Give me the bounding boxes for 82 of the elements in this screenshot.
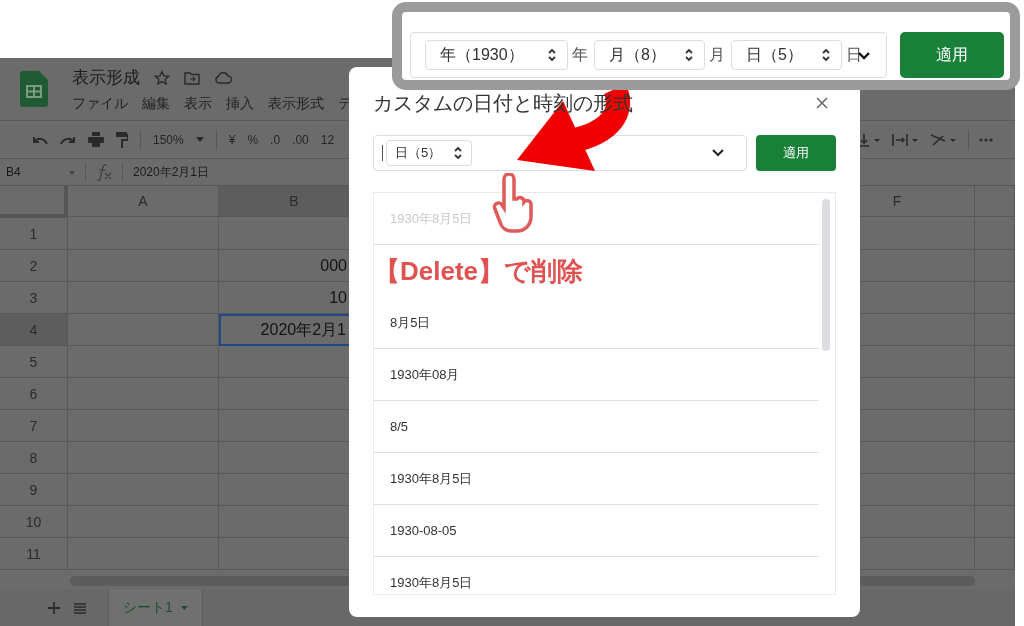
apply-button[interactable]: 適用 [900,32,1004,78]
table-cell[interactable] [975,538,1015,570]
format-token[interactable]: 年（1930） [425,40,568,70]
caret-icon[interactable] [69,171,75,175]
print-icon[interactable] [88,132,104,147]
cell-reference[interactable]: B4 [6,165,21,179]
format-button[interactable]: 12 [320,132,335,147]
apply-button[interactable]: 適用 [756,135,836,171]
format-input-field[interactable]: 年（1930） 年 月（8） 月 日（5） 日 [410,32,888,78]
row-header[interactable]: 9 [0,474,68,506]
column-header[interactable] [975,186,1015,217]
format-token[interactable]: 月（8） [594,40,705,70]
format-option[interactable]: 1930年08月 [390,365,460,384]
stepper-icon [547,47,557,63]
menu-item[interactable]: 表示 [184,95,212,113]
row-header[interactable]: 2 [0,250,68,282]
format-input-field[interactable]: 日（5） [373,135,747,171]
sheet-tab[interactable]: シート1 [108,590,203,626]
text-rotation-icon[interactable] [930,132,958,147]
undo-icon[interactable] [32,134,48,145]
stepper-icon [453,145,464,161]
stepper-icon [683,47,694,63]
format-option[interactable]: 8月5日 [390,313,431,332]
menu-item[interactable]: 表示形式 [268,95,324,113]
table-cell[interactable] [975,314,1015,346]
table-cell[interactable] [975,250,1015,282]
row-header[interactable]: 8 [0,442,68,474]
more-icon[interactable] [979,137,993,142]
table-cell[interactable] [975,282,1015,314]
paint-roller-icon[interactable] [116,131,128,148]
row-header[interactable]: 11 [0,538,68,570]
table-cell[interactable] [975,474,1015,506]
zoom-select[interactable]: 150% [153,132,184,147]
close-icon[interactable] [816,97,828,109]
table-cell[interactable] [975,506,1015,538]
redo-icon[interactable] [60,134,76,145]
separator-text: 年 [572,44,588,65]
format-token[interactable]: 日（5） [386,140,473,166]
vertical-scrollbar[interactable] [822,199,830,351]
table-cell[interactable] [975,346,1015,378]
format-button[interactable]: .0 [270,132,281,147]
row-header[interactable]: 1 [0,218,68,250]
caret-icon[interactable] [195,137,204,142]
align-icon[interactable] [858,132,882,147]
add-sheet-icon[interactable] [48,602,60,614]
table-cell[interactable] [975,442,1015,474]
format-option[interactable]: 1930-08-05 [390,523,457,538]
stepper-icon [820,47,831,63]
separator-text: 月 [708,44,725,65]
format-option[interactable]: 1930年8月5日 [390,573,473,592]
menu-item[interactable]: 挿入 [226,95,254,113]
star-icon[interactable] [154,69,170,86]
row-header[interactable]: 6 [0,378,68,410]
separator-text: 日 [845,44,862,65]
table-cell[interactable] [975,378,1015,410]
caret-icon[interactable] [180,606,188,610]
sheet-list-icon[interactable] [74,602,86,614]
format-button[interactable]: ¥ [228,132,236,147]
menu-item[interactable]: 編集 [142,95,170,113]
format-option[interactable]: 8/5 [390,419,409,434]
row-header[interactable]: 5 [0,346,68,378]
document-title[interactable]: 表示形成 [72,66,140,89]
table-cell[interactable] [68,314,219,346]
folder-icon[interactable] [184,70,200,85]
format-option[interactable]: 1930年8月5日 [390,469,473,488]
format-button[interactable]: % [247,132,259,147]
row-header[interactable]: 10 [0,506,68,538]
table-cell[interactable] [68,282,219,314]
table-cell[interactable] [68,346,219,378]
menu-item[interactable]: ファイル [72,95,128,113]
cloud-icon[interactable] [214,71,232,84]
spreadsheet-logo[interactable] [20,71,48,107]
wrap-icon[interactable] [892,132,920,147]
formula-value[interactable]: 2020年2月1日 [123,163,210,181]
format-button[interactable]: .00 [292,132,309,147]
pointing-hand-icon [492,173,534,235]
chevron-down-icon[interactable] [712,149,724,157]
table-cell[interactable] [975,218,1015,250]
format-token[interactable]: 日（5） [730,40,842,70]
table-cell[interactable] [975,410,1015,442]
function-icon [85,163,123,181]
row-header[interactable]: 7 [0,410,68,442]
